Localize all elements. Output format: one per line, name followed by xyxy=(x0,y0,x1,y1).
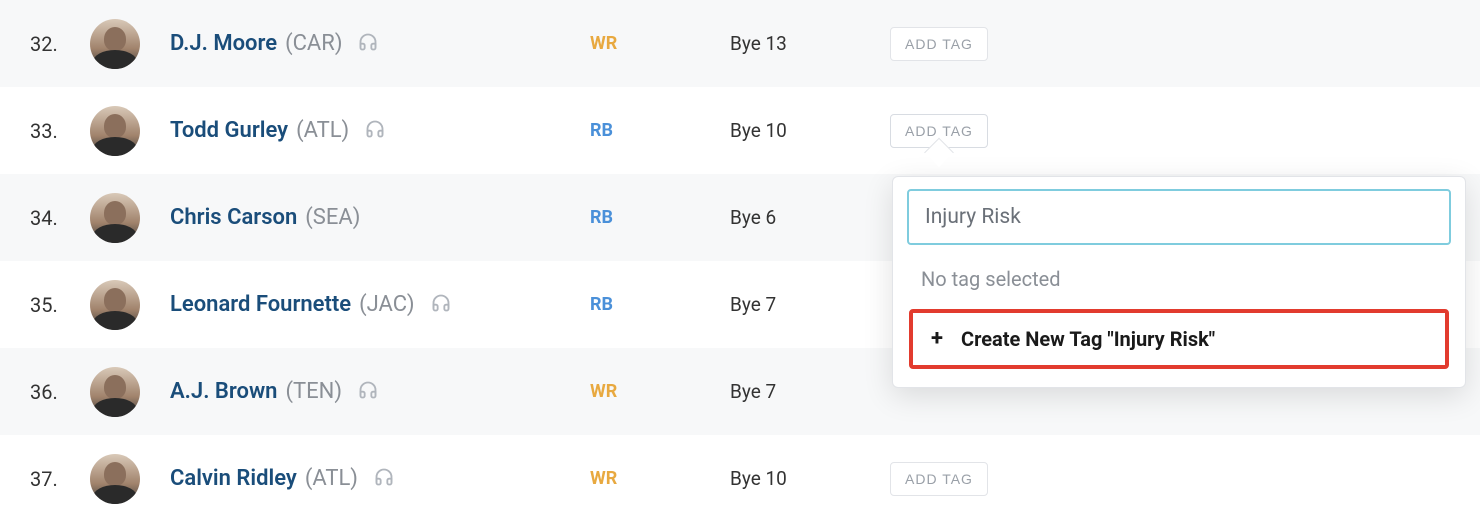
tag-input-wrap xyxy=(893,177,1465,245)
no-tag-selected-text: No tag selected xyxy=(893,245,1465,309)
player-position: WR xyxy=(590,33,730,54)
player-avatar[interactable] xyxy=(90,193,140,243)
tag-search-input[interactable] xyxy=(907,189,1451,245)
player-bye: Bye 7 xyxy=(730,380,890,403)
player-name-link[interactable]: Chris Carson xyxy=(170,205,297,230)
headphones-icon[interactable] xyxy=(374,467,394,491)
headphones-icon[interactable] xyxy=(358,32,378,56)
player-team: (TEN) xyxy=(285,379,342,404)
player-rank: 34. xyxy=(30,206,90,230)
player-bye: Bye 10 xyxy=(730,467,890,490)
player-info: D.J. Moore (CAR) xyxy=(170,31,590,56)
player-team: (SEA) xyxy=(305,205,360,230)
player-position: RB xyxy=(590,120,730,141)
player-info: Calvin Ridley (ATL) xyxy=(170,466,590,491)
player-info: A.J. Brown (TEN) xyxy=(170,379,590,404)
player-team: (ATL) xyxy=(296,118,349,143)
player-name-link[interactable]: Leonard Fournette xyxy=(170,292,351,317)
player-row: 32. D.J. Moore (CAR) WRBye 13ADD TAG xyxy=(0,0,1480,87)
headphones-icon[interactable] xyxy=(365,119,385,143)
player-name-link[interactable]: Calvin Ridley xyxy=(170,466,297,491)
player-name-link[interactable]: A.J. Brown xyxy=(170,379,277,404)
create-new-tag-button[interactable]: + Create New Tag "Injury Risk" xyxy=(909,309,1449,369)
player-avatar[interactable] xyxy=(90,106,140,156)
player-info: Leonard Fournette (JAC) xyxy=(170,292,590,317)
player-rank: 35. xyxy=(30,293,90,317)
player-name-link[interactable]: Todd Gurley xyxy=(170,118,288,143)
player-team: (ATL) xyxy=(305,466,358,491)
player-team: (CAR) xyxy=(285,31,342,56)
add-tag-button[interactable]: ADD TAG xyxy=(890,114,988,148)
player-rank: 36. xyxy=(30,380,90,404)
player-team: (JAC) xyxy=(359,292,414,317)
player-row: 33. Todd Gurley (ATL) RBBye 10ADD TAG xyxy=(0,87,1480,174)
player-bye: Bye 6 xyxy=(730,206,890,229)
player-bye: Bye 7 xyxy=(730,293,890,316)
player-rank: 37. xyxy=(30,467,90,491)
player-info: Todd Gurley (ATL) xyxy=(170,118,590,143)
player-row: 37. Calvin Ridley (ATL) WRBye 10ADD TAG xyxy=(0,435,1480,522)
player-position: WR xyxy=(590,468,730,489)
player-avatar[interactable] xyxy=(90,454,140,504)
create-new-tag-label: Create New Tag "Injury Risk" xyxy=(961,327,1215,351)
player-avatar[interactable] xyxy=(90,367,140,417)
player-bye: Bye 13 xyxy=(730,32,890,55)
player-rank: 33. xyxy=(30,119,90,143)
player-avatar[interactable] xyxy=(90,280,140,330)
tag-column: ADD TAG xyxy=(890,462,1450,496)
add-tag-button[interactable]: ADD TAG xyxy=(890,462,988,496)
player-name-link[interactable]: D.J. Moore xyxy=(170,31,277,56)
tag-column: ADD TAG xyxy=(890,27,1450,61)
player-rank: 32. xyxy=(30,32,90,56)
headphones-icon[interactable] xyxy=(431,293,451,317)
player-position: RB xyxy=(590,294,730,315)
player-avatar[interactable] xyxy=(90,19,140,69)
player-bye: Bye 10 xyxy=(730,119,890,142)
add-tag-button[interactable]: ADD TAG xyxy=(890,27,988,61)
tag-column: ADD TAG xyxy=(890,114,1450,148)
headphones-icon[interactable] xyxy=(358,380,378,404)
player-position: RB xyxy=(590,207,730,228)
tag-dropdown: No tag selected + Create New Tag "Injury… xyxy=(892,176,1466,388)
player-position: WR xyxy=(590,381,730,402)
player-info: Chris Carson (SEA) xyxy=(170,205,590,230)
plus-icon: + xyxy=(931,328,943,350)
